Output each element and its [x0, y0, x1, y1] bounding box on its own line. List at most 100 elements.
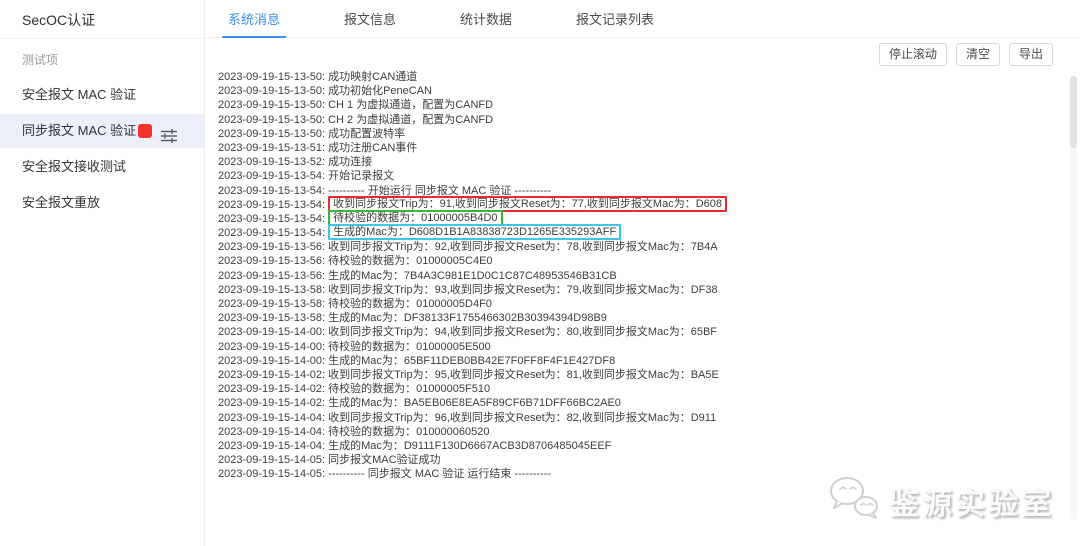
log-timestamp: 2023-09-19-15-13-56: — [218, 255, 328, 267]
log-line: 2023-09-19-15-14-00: 生成的Mac为：65BF11DEB0B… — [218, 354, 1060, 368]
log-timestamp: 2023-09-19-15-13-58: — [218, 298, 328, 310]
log-message: 生成的Mac为：65BF11DEB0BB42E7F0FF8F4F1E427DF8 — [328, 355, 615, 367]
log-line: 2023-09-19-15-13-50: CH 2 为虚拟通道，配置为CANFD — [218, 113, 1060, 127]
log-line: 2023-09-19-15-13-50: 成功初始化PeneCAN — [218, 84, 1060, 98]
tab-message-info[interactable]: 报文信息 — [338, 9, 402, 37]
main-panel: 系统消息 报文信息 统计数据 报文记录列表 停止滚动 清空 导出 2023-09-19… — [206, 0, 1080, 546]
log-timestamp: 2023-09-19-15-13-56: — [218, 241, 328, 253]
log-timestamp: 2023-09-19-15-13-50: — [218, 71, 328, 83]
log-message: 生成的Mac为：DF38133F1755466302B30394394D98B9 — [328, 312, 607, 324]
log-message: 生成的Mac为：D9111F130D6667ACB3D8706485045EEF — [328, 440, 611, 452]
log-timestamp: 2023-09-19-15-13-54: — [218, 199, 328, 211]
log-message: ---------- 同步报文 MAC 验证 运行结束 ---------- — [328, 468, 551, 480]
log-timestamp: 2023-09-19-15-14-02: — [218, 397, 328, 409]
log-line: 2023-09-19-15-13-52: 成功连接 — [218, 155, 1060, 169]
log-message: 收到同步报文Trip为：94,收到同步报文Reset为：80,收到同步报文Mac… — [328, 326, 717, 338]
log-message: 同步报文MAC验证成功 — [328, 454, 440, 466]
log-line: 2023-09-19-15-13-56: 收到同步报文Trip为：92,收到同步… — [218, 240, 1060, 254]
sidebar-item-sync-msg-mac-verify[interactable]: 同步报文 MAC 验证 — [0, 114, 204, 148]
log-message: 收到同步报文Trip为：96,收到同步报文Reset为：82,收到同步报文Mac… — [328, 412, 716, 424]
lab-watermark: 鉴源实验室 — [827, 475, 1054, 526]
log-line: 2023-09-19-15-14-00: 待校验的数据为：01000005E50… — [218, 340, 1060, 354]
log-message: 收到同步报文Trip为：95,收到同步报文Reset为：81,收到同步报文Mac… — [328, 369, 719, 381]
app-title: SecOC认证 — [0, 0, 204, 38]
log-message: 待校验的数据为：01000005C4E0 — [328, 255, 492, 267]
log-timestamp: 2023-09-19-15-14-04: — [218, 412, 328, 424]
log-message: 收到同步报文Trip为：93,收到同步报文Reset为：79,收到同步报文Mac… — [328, 284, 718, 296]
sidebar-item-label: 同步报文 MAC 验证 — [22, 123, 136, 138]
log-line: 2023-09-19-15-13-58: 生成的Mac为：DF38133F175… — [218, 311, 1060, 325]
log-message: 成功连接 — [328, 156, 372, 168]
log-message: 开始记录报文 — [328, 170, 394, 182]
log-line: 2023-09-19-15-13-50: CH 1 为虚拟通道，配置为CANFD — [218, 98, 1060, 112]
test-running-stop-indicator[interactable] — [138, 124, 152, 138]
log-message: 待校验的数据为：010000060520 — [328, 426, 489, 438]
log-line: 2023-09-19-15-14-05: 同步报文MAC验证成功 — [218, 453, 1060, 467]
toolbar: 停止滚动 清空 导出 — [879, 43, 1053, 66]
log-message: 生成的Mac为：7B4A3C981E1D0C1C87C48953546B31CB — [328, 270, 617, 282]
log-message: 成功初始化PeneCAN — [328, 85, 432, 97]
settings-sliders-icon[interactable] — [160, 123, 178, 139]
log-timestamp: 2023-09-19-15-13-54: — [218, 185, 328, 197]
secoc-app-window: SecOC认证 测试项 安全报文 MAC 验证同步报文 MAC 验证 安全报文接… — [0, 0, 1080, 546]
log-line: 2023-09-19-15-14-00: 收到同步报文Trip为：94,收到同步… — [218, 325, 1060, 339]
log-message: 待校验的数据为：01000005D4F0 — [328, 298, 492, 310]
log-timestamp: 2023-09-19-15-14-04: — [218, 440, 328, 452]
log-message: 成功配置波特率 — [328, 128, 405, 140]
scrollbar-track[interactable] — [1070, 76, 1077, 520]
log-timestamp: 2023-09-19-15-13-54: — [218, 227, 328, 239]
log-timestamp: 2023-09-19-15-13-54: — [218, 213, 328, 225]
log-line: 2023-09-19-15-13-54: 开始记录报文 — [218, 169, 1060, 183]
stop-scroll-button[interactable]: 停止滚动 — [879, 43, 947, 66]
wechat-chat-bubbles-icon — [827, 475, 881, 526]
log-timestamp: 2023-09-19-15-13-58: — [218, 312, 328, 324]
sidebar-item-secure-msg-mac-verify[interactable]: 安全报文 MAC 验证 — [0, 78, 204, 112]
tab-message-record-list[interactable]: 报文记录列表 — [570, 9, 660, 37]
log-timestamp: 2023-09-19-15-13-54: — [218, 170, 328, 182]
log-timestamp: 2023-09-19-15-13-50: — [218, 114, 328, 126]
log-timestamp: 2023-09-19-15-13-56: — [218, 270, 328, 282]
log-timestamp: 2023-09-19-15-13-58: — [218, 284, 328, 296]
log-line: 2023-09-19-15-13-56: 待校验的数据为：01000005C4E… — [218, 254, 1060, 268]
log-line: 2023-09-19-15-13-58: 待校验的数据为：01000005D4F… — [218, 297, 1060, 311]
scrollbar-thumb[interactable] — [1070, 76, 1077, 148]
log-timestamp: 2023-09-19-15-14-00: — [218, 326, 328, 338]
log-line: 2023-09-19-15-13-56: 生成的Mac为：7B4A3C981E1… — [218, 269, 1060, 283]
log-line: 2023-09-19-15-13-50: 成功映射CAN通道 — [218, 70, 1060, 84]
lab-watermark-text: 鉴源实验室 — [889, 479, 1054, 523]
system-message-log: 2023-09-19-15-13-50: 成功映射CAN通道2023-09-19… — [218, 70, 1060, 481]
sidebar-item-label: 安全报文接收测试 — [22, 159, 126, 174]
log-message: 生成的Mac为：BA5EB06E8EA5F89CF6B71DFF66BC2AE0 — [328, 397, 621, 409]
log-line: 2023-09-19-15-14-04: 待校验的数据为：01000006052… — [218, 425, 1060, 439]
log-timestamp: 2023-09-19-15-14-05: — [218, 468, 328, 480]
sidebar-item-secure-msg-receive-test[interactable]: 安全报文接收测试 — [0, 150, 204, 184]
log-message: 待校验的数据为：01000005F510 — [328, 383, 490, 395]
log-message: ---------- 开始运行 同步报文 MAC 验证 ---------- — [328, 185, 551, 197]
test-item-list: 安全报文 MAC 验证同步报文 MAC 验证 安全报文接收测试安全报文重放 — [0, 78, 204, 220]
tab-system-messages[interactable]: 系统消息 — [222, 9, 286, 37]
log-timestamp: 2023-09-19-15-14-00: — [218, 341, 328, 353]
export-button[interactable]: 导出 — [1009, 43, 1053, 66]
log-timestamp: 2023-09-19-15-14-02: — [218, 383, 328, 395]
log-timestamp: 2023-09-19-15-13-51: — [218, 142, 328, 154]
log-message: 成功映射CAN通道 — [328, 71, 417, 83]
sidebar-item-label: 安全报文 MAC 验证 — [22, 87, 136, 102]
log-line: 2023-09-19-15-14-02: 生成的Mac为：BA5EB06E8EA… — [218, 396, 1060, 410]
log-timestamp: 2023-09-19-15-13-50: — [218, 85, 328, 97]
log-message: CH 1 为虚拟通道，配置为CANFD — [328, 99, 493, 111]
clear-button[interactable]: 清空 — [956, 43, 1000, 66]
log-line: 2023-09-19-15-13-58: 收到同步报文Trip为：93,收到同步… — [218, 283, 1060, 297]
sidebar-item-secure-msg-replay[interactable]: 安全报文重放 — [0, 186, 204, 220]
log-line: 2023-09-19-15-14-04: 生成的Mac为：D9111F130D6… — [218, 439, 1060, 453]
log-message: 成功注册CAN事件 — [328, 142, 417, 154]
log-timestamp: 2023-09-19-15-13-50: — [218, 128, 328, 140]
log-timestamp: 2023-09-19-15-13-52: — [218, 156, 328, 168]
log-line: 2023-09-19-15-13-51: 成功注册CAN事件 — [218, 141, 1060, 155]
log-timestamp: 2023-09-19-15-14-04: — [218, 426, 328, 438]
tab-statistics[interactable]: 统计数据 — [454, 9, 518, 37]
log-timestamp: 2023-09-19-15-14-02: — [218, 369, 328, 381]
log-line: 2023-09-19-15-14-02: 待校验的数据为：01000005F51… — [218, 382, 1060, 396]
log-line: 2023-09-19-15-13-50: 成功配置波特率 — [218, 127, 1060, 141]
tab-bar: 系统消息 报文信息 统计数据 报文记录列表 — [206, 0, 1080, 38]
log-line: 2023-09-19-15-14-04: 收到同步报文Trip为：96,收到同步… — [218, 411, 1060, 425]
